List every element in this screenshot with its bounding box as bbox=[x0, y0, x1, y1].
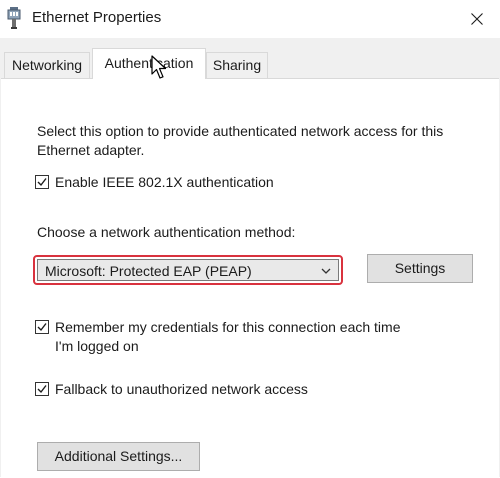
close-icon bbox=[471, 13, 483, 25]
fallback-checkbox[interactable] bbox=[35, 382, 49, 396]
method-label: Choose a network authentication method: bbox=[37, 224, 296, 240]
title-bar: Ethernet Properties bbox=[0, 0, 500, 38]
fallback-label: Fallback to unauthorized network access bbox=[55, 381, 308, 397]
additional-settings-button[interactable]: Additional Settings... bbox=[37, 442, 200, 471]
tab-authentication[interactable]: Authentication bbox=[92, 48, 206, 79]
fallback-checkbox-row[interactable]: Fallback to unauthorized network access bbox=[35, 380, 308, 399]
chevron-down-icon bbox=[321, 268, 331, 274]
mouse-cursor-icon bbox=[151, 55, 167, 79]
enable-8021x-checkbox-row[interactable]: Enable IEEE 802.1X authentication bbox=[35, 173, 274, 192]
settings-button[interactable]: Settings bbox=[367, 254, 473, 283]
checkmark-icon bbox=[37, 178, 47, 187]
close-button[interactable] bbox=[454, 0, 500, 38]
remember-credentials-label: Remember my credentials for this connect… bbox=[55, 319, 401, 354]
tab-networking[interactable]: Networking bbox=[4, 52, 90, 79]
tab-sharing[interactable]: Sharing bbox=[206, 52, 268, 79]
auth-method-select[interactable]: Microsoft: Protected EAP (PEAP) bbox=[37, 259, 339, 281]
auth-method-select-highlight: Microsoft: Protected EAP (PEAP) bbox=[33, 255, 343, 285]
auth-method-value: Microsoft: Protected EAP (PEAP) bbox=[45, 263, 252, 279]
enable-8021x-label: Enable IEEE 802.1X authentication bbox=[55, 174, 274, 190]
enable-8021x-checkbox[interactable] bbox=[35, 175, 49, 189]
network-adapter-icon bbox=[7, 7, 21, 29]
checkmark-icon bbox=[37, 323, 47, 332]
remember-credentials-checkbox[interactable] bbox=[35, 320, 49, 334]
remember-credentials-checkbox-row[interactable]: Remember my credentials for this connect… bbox=[35, 318, 415, 356]
window-title: Ethernet Properties bbox=[32, 9, 162, 26]
checkmark-icon bbox=[37, 385, 47, 394]
description-text: Select this option to provide authentica… bbox=[37, 123, 444, 158]
